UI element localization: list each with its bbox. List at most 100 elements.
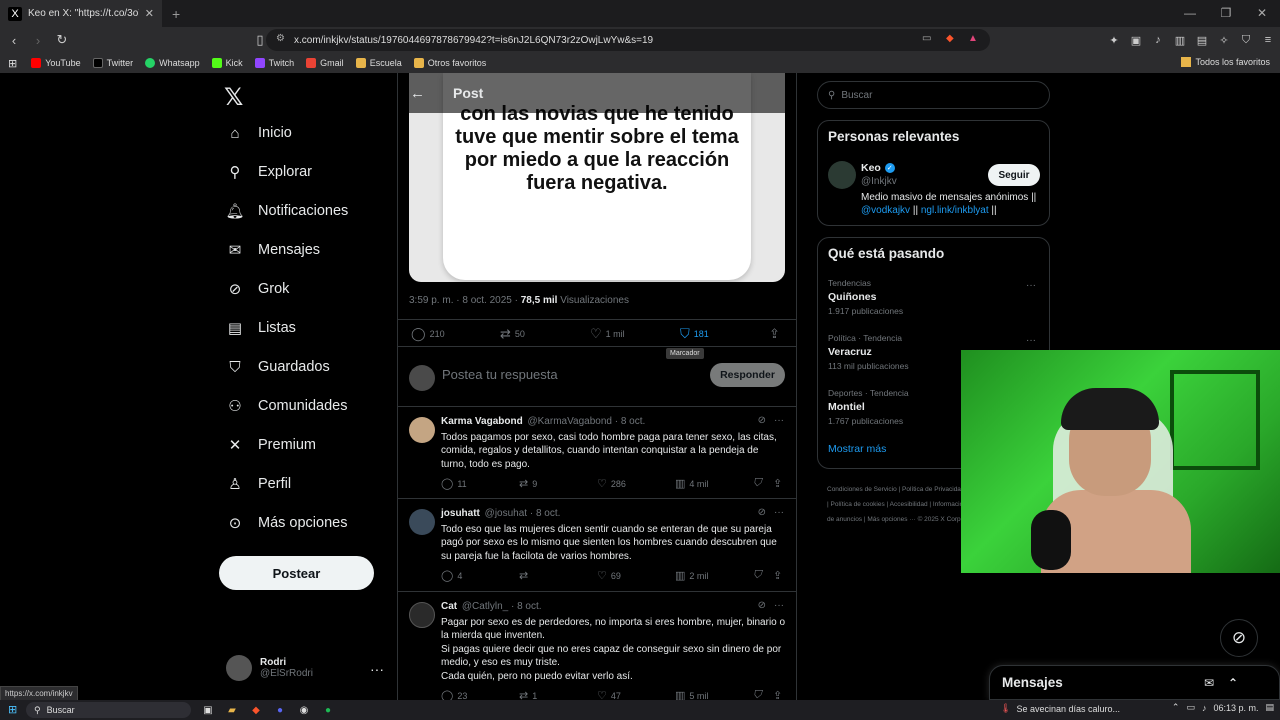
account-switcher[interactable]: Rodri @ElSrRodri	[226, 655, 313, 681]
bookmark-twitch[interactable]: Twitch	[254, 58, 294, 68]
trend-item[interactable]: Deportes · Tendencia Montiel 1.767 publi…	[828, 388, 909, 426]
windows-start-icon[interactable]: ⊞	[8, 703, 17, 716]
grok-float-button[interactable]: ⊘	[1220, 619, 1258, 657]
search-input[interactable]: ⚲ Buscar	[817, 81, 1050, 109]
task-view-icon[interactable]: ▣	[200, 702, 216, 718]
bookmark-youtube[interactable]: YouTube	[31, 58, 81, 68]
reply-item[interactable]: josuhatt @josuhat · 8 oct. ⊘ ··· Todo eso…	[398, 499, 796, 592]
apps-icon[interactable]: ⊞	[8, 57, 17, 70]
show-more-link[interactable]: Mostrar más	[828, 443, 886, 455]
reply-action[interactable]: ◯ 4	[441, 569, 462, 582]
network-icon[interactable]: ▭	[1186, 702, 1195, 713]
more-icon[interactable]: ···	[1026, 280, 1036, 291]
nav-item-premium[interactable]: ✕ Premium	[226, 436, 316, 454]
reply-button[interactable]: Responder	[710, 363, 785, 387]
media-icon[interactable]: ♪	[1150, 34, 1166, 46]
browser-tab[interactable]: X Keo en X: "https://t.co/3oYAnC... ✕	[0, 0, 162, 27]
minimize-icon[interactable]: —	[1172, 0, 1208, 27]
address-bar[interactable]: ⚙ x.com/inkjkv/status/197604469787867994…	[266, 29, 990, 51]
nav-item-mas-opciones[interactable]: ⊙ Más opciones	[226, 514, 348, 532]
more-icon[interactable]: ···	[774, 507, 784, 518]
bookmark-action[interactable]: ⛉ 181	[680, 326, 709, 342]
close-tab-icon[interactable]: ✕	[145, 7, 154, 20]
nav-item-guardados[interactable]: ⛉ Guardados	[226, 358, 329, 376]
grok-icon[interactable]: ⊘	[758, 600, 766, 611]
post-button[interactable]: Postear	[219, 556, 374, 590]
back-arrow-icon[interactable]: ←	[410, 85, 425, 102]
messages-drawer[interactable]: Mensajes ✉ ⌃	[989, 665, 1280, 700]
nav-item-comunidades[interactable]: ⚇ Comunidades	[226, 397, 347, 415]
reply-item[interactable]: Karma Vagabond @KarmaVagabond · 8 oct. ⊘…	[398, 407, 796, 499]
cast-icon[interactable]: ▭	[922, 33, 931, 44]
menu-icon[interactable]: ≡	[1260, 34, 1276, 46]
nav-item-grok[interactable]: ⊘ Grok	[226, 280, 290, 298]
trend-item[interactable]: Política · Tendencia Veracruz 113 mil pu…	[828, 333, 909, 371]
brave-icon[interactable]: ◆	[248, 702, 264, 718]
nav-item-listas[interactable]: ▤ Listas	[226, 319, 296, 337]
post-time[interactable]: 3:59 p. m. · 8 oct. 2025 ·	[409, 295, 518, 306]
like-action[interactable]: ♡ 69	[597, 569, 621, 582]
bookmark-folder-otros[interactable]: Otros favoritos	[413, 58, 486, 68]
expand-icon[interactable]: ⌃	[1228, 676, 1238, 690]
bookmark-whatsapp[interactable]: Whatsapp	[145, 58, 200, 68]
account-more-icon[interactable]: ···	[370, 661, 384, 677]
grok-icon[interactable]: ⊘	[758, 507, 766, 518]
notifications-icon[interactable]: ▤	[1265, 702, 1274, 713]
nav-item-explorar[interactable]: ⚲ Explorar	[226, 163, 313, 181]
trend-item[interactable]: Tendencias Quiñones 1.917 publicaciones	[828, 278, 903, 316]
forward-icon[interactable]: ›	[28, 33, 48, 48]
bookmark-twitter[interactable]: Twitter	[92, 58, 133, 68]
bookmark-gmail[interactable]: Gmail	[306, 58, 344, 68]
repost-action[interactable]: ⇄ 9	[519, 477, 537, 490]
file-explorer-icon[interactable]: ▰	[224, 702, 240, 718]
bookmark-action[interactable]: ⛉	[753, 689, 761, 700]
like-action[interactable]: ♡ 47	[597, 689, 621, 700]
reply-item[interactable]: Cat @Catlyln_ · 8 oct. ⊘ ··· Pagar por se…	[398, 592, 796, 700]
back-icon[interactable]: ‹	[4, 33, 24, 48]
screenshot-icon[interactable]: ▣	[1128, 34, 1144, 47]
nav-item-perfil[interactable]: ♙ Perfil	[226, 475, 291, 493]
extensions-icon[interactable]: ✦	[1106, 34, 1122, 47]
brave-shield-icon[interactable]: ◆	[946, 33, 954, 44]
vpn-icon[interactable]: ⛉	[1238, 34, 1254, 47]
repost-action[interactable]: ⇄	[519, 569, 532, 582]
weather-widget[interactable]: 🌡︎ Se avecinan días caluro...	[1000, 703, 1120, 714]
like-action[interactable]: ♡ 1 mil	[590, 326, 625, 342]
reply-action[interactable]: ◯ 210	[411, 326, 445, 342]
nav-item-mensajes[interactable]: ✉ Mensajes	[226, 241, 320, 259]
all-bookmarks[interactable]: Todos los favoritos	[1181, 57, 1270, 67]
obs-icon[interactable]: ◉	[296, 702, 312, 718]
like-action[interactable]: ♡ 286	[597, 477, 626, 490]
share-action[interactable]: ⇪	[769, 326, 780, 342]
maximize-icon[interactable]: ❐	[1208, 0, 1244, 27]
reply-input[interactable]: Postea tu respuesta	[442, 367, 558, 382]
more-icon[interactable]: ···	[774, 600, 784, 611]
follow-button[interactable]: Seguir	[988, 164, 1040, 186]
brave-rewards-icon[interactable]: ▲	[968, 33, 978, 44]
share-action[interactable]: ⇪	[773, 689, 782, 700]
sidebar-icon[interactable]: ▥	[1172, 34, 1188, 47]
bookmark-kick[interactable]: Kick	[211, 58, 243, 68]
time-text[interactable]: 06:13 p. m.	[1213, 703, 1258, 713]
wallet-icon[interactable]: ▤	[1194, 34, 1210, 47]
leo-icon[interactable]: ✧	[1216, 34, 1232, 47]
reply-action[interactable]: ◯ 11	[441, 477, 467, 490]
views-action[interactable]: ▥ 2 mil	[675, 569, 708, 582]
share-action[interactable]: ⇪	[773, 569, 782, 582]
new-tab-icon[interactable]: +	[172, 6, 180, 22]
views-action[interactable]: ▥ 5 mil	[675, 689, 708, 700]
site-info-icon[interactable]: ⚙	[276, 33, 285, 44]
bookmark-action[interactable]: ⛉	[753, 477, 761, 490]
tray-chevron-icon[interactable]: ⌃	[1172, 702, 1180, 713]
repost-action[interactable]: ⇄ 50	[500, 326, 525, 342]
spotify-icon[interactable]: ●	[320, 702, 336, 718]
new-message-icon[interactable]: ✉	[1204, 676, 1214, 690]
more-icon[interactable]: ···	[774, 415, 784, 426]
footer-links[interactable]: Condiciones de Servicio | Política de Pr…	[827, 482, 967, 527]
grok-icon[interactable]: ⊘	[758, 415, 766, 426]
more-icon[interactable]: ···	[1026, 335, 1036, 346]
avatar[interactable]	[828, 161, 856, 189]
reload-icon[interactable]: ↻	[52, 32, 72, 48]
bookmark-action[interactable]: ⛉	[753, 569, 761, 582]
volume-icon[interactable]: ♪	[1202, 703, 1207, 713]
